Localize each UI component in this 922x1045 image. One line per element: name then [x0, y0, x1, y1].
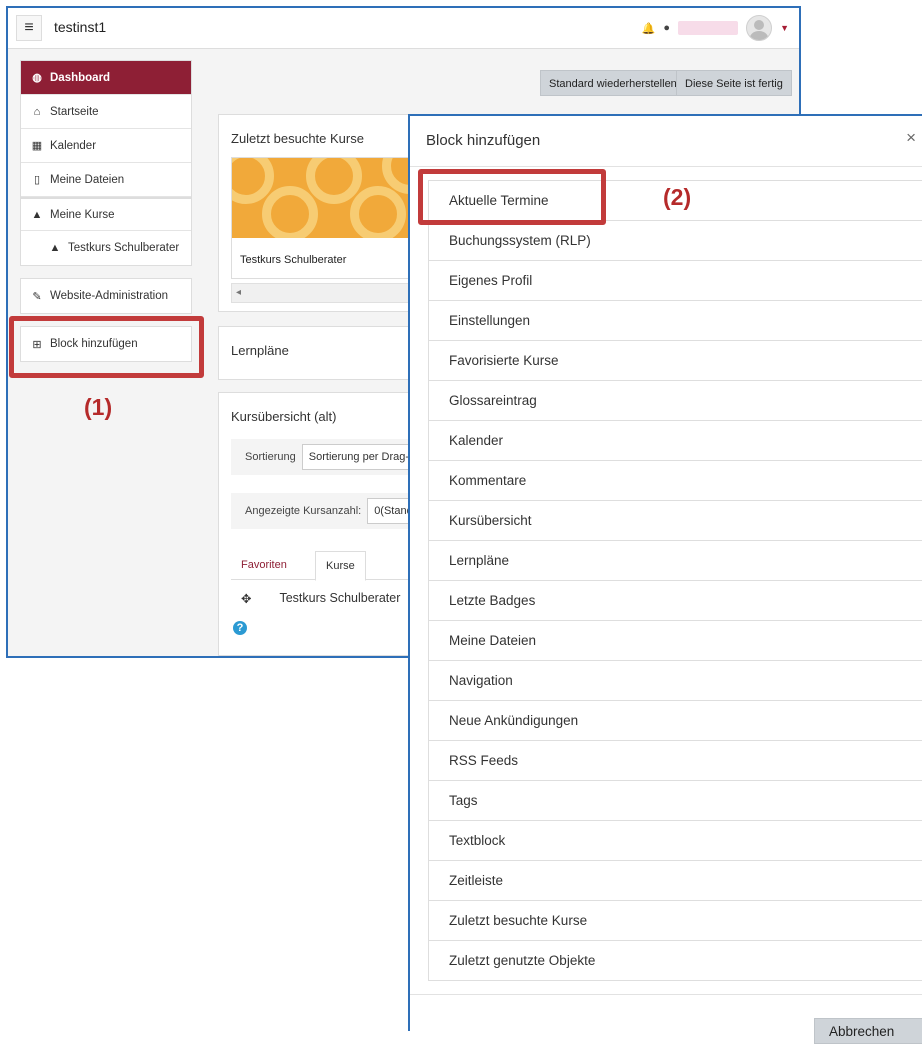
block-list-item[interactable]: Meine Dateien	[428, 621, 922, 661]
cancel-button[interactable]: Abbrechen	[814, 1018, 922, 1044]
sidebar-item-label: Startseite	[50, 105, 99, 118]
move-icon[interactable]: ✥	[241, 591, 251, 606]
modal-title: Block hinzufügen	[426, 132, 541, 149]
block-list-item[interactable]: Letzte Badges	[428, 581, 922, 621]
card-title: Lernpläne	[231, 343, 289, 358]
block-list-item[interactable]: Navigation	[428, 661, 922, 701]
block-list-item[interactable]: Buchungssystem (RLP)	[428, 221, 922, 261]
block-list-item[interactable]: Lernpläne	[428, 541, 922, 581]
block-list-item[interactable]: Tags	[428, 781, 922, 821]
block-list-item[interactable]: Einstellungen	[428, 301, 922, 341]
course-name: Testkurs Schulberater	[240, 254, 347, 266]
course-image	[232, 158, 410, 238]
modal-header: Block hinzufügen ×	[410, 116, 922, 167]
sidebar-item-my-files[interactable]: ▯ Meine Dateien	[21, 163, 191, 197]
block-list-item[interactable]: Kursübersicht	[428, 501, 922, 541]
calendar-icon: ▦	[31, 140, 43, 152]
block-list-item[interactable]: Kalender	[428, 421, 922, 461]
sidebar-item-site-admin[interactable]: ✎ Website-Administration	[21, 279, 191, 313]
course-row-name[interactable]: Testkurs Schulberater	[279, 591, 400, 606]
add-block-modal: Block hinzufügen × Aktuelle Termine Buchu…	[408, 114, 922, 1044]
sidebar-item-dashboard[interactable]: ◍ Dashboard	[21, 61, 191, 95]
file-icon: ▯	[33, 174, 41, 186]
reset-default-button[interactable]: Standard wiederherstellen	[540, 70, 686, 96]
wrench-icon: ✎	[32, 290, 42, 303]
sidebar-item-my-courses[interactable]: ▲ Meine Kurse	[21, 197, 191, 231]
bell-icon[interactable]: 🔔	[642, 22, 656, 35]
card-title: Kursübersicht (alt)	[231, 409, 337, 424]
user-name-blurred[interactable]	[678, 21, 739, 35]
block-list-item[interactable]: Favorisierte Kurse	[428, 341, 922, 381]
course-count-label: Angezeigte Kursanzahl:	[245, 505, 362, 517]
block-list-item[interactable]: Kommentare	[428, 461, 922, 501]
nav-block-admin: ✎ Website-Administration	[20, 278, 192, 314]
sidebar-item-label: Meine Kurse	[50, 208, 115, 221]
tab-courses[interactable]: Kurse	[315, 551, 366, 581]
graduation-cap-icon: ▲	[31, 208, 43, 221]
highlight-first-block	[418, 169, 606, 225]
top-navbar: ≡ testinst1 🔔 ● ▼	[8, 8, 799, 49]
block-list-item[interactable]: Zuletzt genutzte Objekte	[428, 941, 922, 981]
tab-favorites[interactable]: Favoriten	[231, 551, 297, 579]
annotation-2: (2)	[663, 184, 692, 210]
message-icon[interactable]: ●	[663, 22, 670, 34]
hamburger-icon[interactable]: ≡	[16, 15, 42, 41]
highlight-add-block	[9, 316, 204, 378]
user-area: 🔔 ● ▼	[642, 15, 789, 41]
sidebar-item-label: Website-Administration	[50, 290, 169, 302]
course-list-item: ✥ Testkurs Schulberater	[241, 591, 400, 606]
block-list-item[interactable]: Textblock	[428, 821, 922, 861]
sidebar-item-label: Meine Dateien	[50, 173, 125, 186]
block-list-item[interactable]: Zeitleiste	[428, 861, 922, 901]
block-list-item[interactable]: Glossareintrag	[428, 381, 922, 421]
graduation-cap-icon: ▲	[49, 242, 61, 254]
home-icon: ⌂	[33, 105, 41, 118]
nav-block-main: ◍ Dashboard ⌂ Startseite ▦ Kalender ▯ Me…	[20, 60, 192, 266]
sidebar-item-calendar[interactable]: ▦ Kalender	[21, 129, 191, 163]
sidebar-item-label: Dashboard	[50, 71, 111, 84]
block-list-item[interactable]: Eigenes Profil	[428, 261, 922, 301]
site-title[interactable]: testinst1	[54, 19, 106, 35]
close-icon[interactable]: ×	[906, 128, 916, 148]
block-list-item[interactable]: Neue Ankündigungen	[428, 701, 922, 741]
block-list: Aktuelle Termine Buchungssystem (RLP) Eige…	[428, 180, 922, 981]
help-icon[interactable]: ?	[233, 621, 247, 635]
sidebar-item-course[interactable]: ▲ Testkurs Schulberater	[21, 231, 191, 265]
course-tile[interactable]: Testkurs Schulberater	[231, 157, 411, 279]
avatar[interactable]	[746, 15, 773, 41]
modal-footer	[410, 994, 922, 995]
done-editing-button[interactable]: Diese Seite ist fertig	[676, 70, 792, 96]
block-list-item[interactable]: RSS Feeds	[428, 741, 922, 781]
annotation-1: (1)	[84, 394, 113, 420]
dashboard-icon: ◍	[32, 72, 42, 84]
sidebar-item-label: Testkurs Schulberater	[68, 242, 180, 254]
card-title: Zuletzt besuchte Kurse	[231, 131, 364, 146]
sidebar-item-home[interactable]: ⌂ Startseite	[21, 95, 191, 129]
chevron-down-icon[interactable]: ▼	[780, 23, 789, 33]
sidebar-item-label: Kalender	[50, 139, 97, 152]
block-list-item[interactable]: Zuletzt besuchte Kurse	[428, 901, 922, 941]
sort-label: Sortierung	[245, 451, 296, 463]
